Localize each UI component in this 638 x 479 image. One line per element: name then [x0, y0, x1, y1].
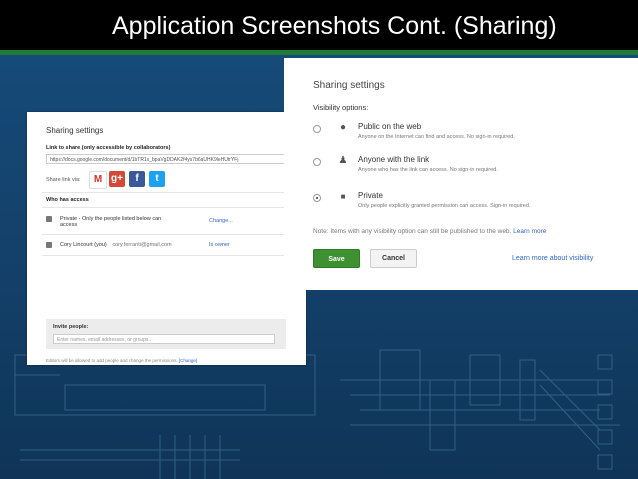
radio-private[interactable]: [313, 194, 321, 202]
link-to-share-label: Link to share (only accessible by collab…: [46, 145, 171, 151]
radio-anyone-with-link[interactable]: [313, 158, 321, 166]
facebook-icon[interactable]: f: [129, 171, 145, 187]
google-plus-icon[interactable]: g+: [109, 171, 125, 187]
divider: [42, 192, 292, 193]
option-title: Private: [358, 191, 383, 200]
permissions-footer: Editors will be allowed to add people an…: [46, 358, 197, 363]
person-icon: ♟: [338, 155, 348, 166]
owner-name: Cory Lincourt (you): [60, 242, 107, 248]
option-desc: Only people explicitly granted permissio…: [358, 203, 531, 209]
slide-title-bar: Application Screenshots Cont. (Sharing): [0, 0, 638, 50]
slide-title: Application Screenshots Cont. (Sharing): [112, 12, 557, 40]
gmail-icon[interactable]: M: [89, 171, 107, 189]
divider: [42, 255, 292, 256]
footer-text: Editors will be allowed to add people an…: [46, 358, 178, 363]
share-link-field[interactable]: https://docs.google.com/document/d/1bTR1…: [46, 154, 286, 164]
share-via-label: Share link via:: [46, 177, 81, 183]
owner-role: Is owner: [209, 242, 230, 248]
option-title: Anyone with the link: [358, 155, 430, 164]
twitter-icon[interactable]: t: [149, 171, 165, 187]
dialog-heading: Sharing settings: [313, 80, 385, 91]
sharing-settings-dialog-right: Sharing settings Visibility options: ● P…: [284, 58, 638, 290]
person-icon: [46, 242, 52, 248]
divider: [42, 234, 292, 235]
divider: [42, 207, 292, 208]
change-link[interactable]: Change...: [209, 218, 233, 224]
save-button[interactable]: Save: [313, 249, 360, 268]
option-desc: Anyone on the Internet can find and acce…: [358, 134, 515, 140]
invite-people-section: Invite people: Enter names, email addres…: [46, 319, 286, 349]
invite-label: Invite people:: [53, 324, 89, 330]
access-row-text: Private - Only the people listed below c…: [60, 216, 162, 228]
cancel-button[interactable]: Cancel: [370, 249, 417, 268]
option-desc: Anyone who has the link can access. No s…: [358, 167, 498, 173]
lock-icon: [46, 216, 52, 222]
visibility-note: Note: Items with any visibility option c…: [313, 228, 546, 235]
access-row-private: Private - Only the people listed below c…: [46, 216, 176, 228]
invite-input[interactable]: Enter names, email addresses, or groups.…: [53, 334, 275, 344]
access-row-owner: Cory Lincourt (you) cory.ferranti@gmail.…: [46, 242, 172, 248]
lock-icon: ■: [340, 192, 346, 201]
who-has-access-label: Who has access: [46, 197, 89, 203]
note-learn-more-link[interactable]: Learn more: [513, 228, 546, 235]
radio-public[interactable]: [313, 125, 321, 133]
option-title: Public on the web: [358, 122, 422, 131]
visibility-options-label: Visibility options:: [313, 103, 369, 112]
dialog-heading: Sharing settings: [46, 126, 104, 135]
sharing-settings-dialog-left: Sharing settings Link to share (only acc…: [27, 112, 306, 365]
footer-change-link[interactable]: [Change]: [179, 358, 197, 363]
globe-icon: ●: [339, 122, 347, 133]
learn-more-visibility-link[interactable]: Learn more about visibility: [512, 255, 593, 262]
owner-email: cory.ferranti@gmail.com: [112, 242, 172, 248]
note-text: Note: Items with any visibility option c…: [313, 228, 512, 235]
